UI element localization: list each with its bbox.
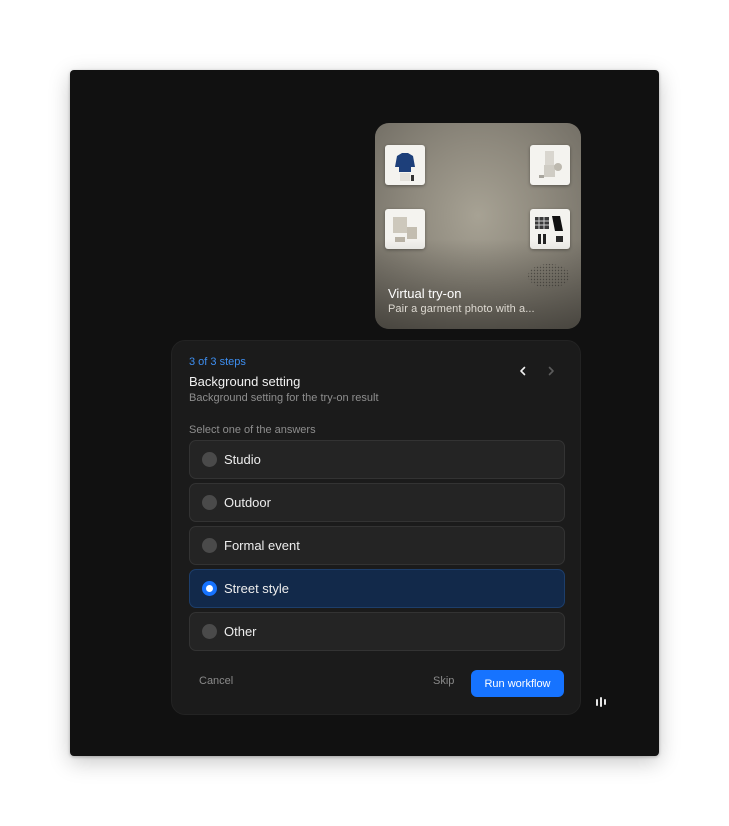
step-panel: 3 of 3 steps Background setting Backgrou… [171, 340, 581, 715]
run-workflow-button[interactable]: Run workflow [471, 670, 564, 697]
app-window: Virtual try-on Pair a garment photo with… [70, 70, 659, 756]
option-street-style[interactable]: Street style [189, 569, 565, 608]
radio-button-selected[interactable] [202, 581, 217, 596]
radio-button[interactable] [202, 538, 217, 553]
step-title: Background setting [189, 374, 301, 389]
skip-button[interactable]: Skip [433, 675, 454, 687]
radio-button[interactable] [202, 495, 217, 510]
option-other[interactable]: Other [189, 612, 565, 651]
step-description: Background setting for the try-on result [189, 392, 379, 404]
option-label: Street style [224, 581, 290, 596]
cancel-button[interactable]: Cancel [199, 675, 233, 687]
preview-shade [375, 239, 581, 329]
option-label: Studio [224, 452, 261, 467]
preview-subtitle: Pair a garment photo with a... [388, 303, 535, 315]
chevron-left-icon [520, 366, 526, 376]
preview-title: Virtual try-on [388, 286, 462, 301]
previous-step-button[interactable] [513, 361, 533, 381]
chevron-right-icon [548, 366, 554, 376]
option-formal-event[interactable]: Formal event [189, 526, 565, 565]
answer-options: Studio Outdoor Formal event Street style… [189, 440, 565, 655]
garment-thumbnail-knit-set[interactable] [530, 145, 570, 185]
garment-thumbnail-sweater[interactable] [385, 145, 425, 185]
option-label: Other [224, 624, 257, 639]
next-step-button[interactable] [541, 361, 561, 381]
option-label: Formal event [224, 538, 300, 553]
radio-button[interactable] [202, 452, 217, 467]
option-outdoor[interactable]: Outdoor [189, 483, 565, 522]
option-studio[interactable]: Studio [189, 440, 565, 479]
brand-logo-icon[interactable] [594, 695, 608, 709]
workflow-preview-card[interactable]: Virtual try-on Pair a garment photo with… [375, 123, 581, 329]
radio-button[interactable] [202, 624, 217, 639]
option-label: Outdoor [224, 495, 271, 510]
answer-prompt: Select one of the answers [189, 424, 316, 436]
step-counter: 3 of 3 steps [189, 356, 246, 368]
